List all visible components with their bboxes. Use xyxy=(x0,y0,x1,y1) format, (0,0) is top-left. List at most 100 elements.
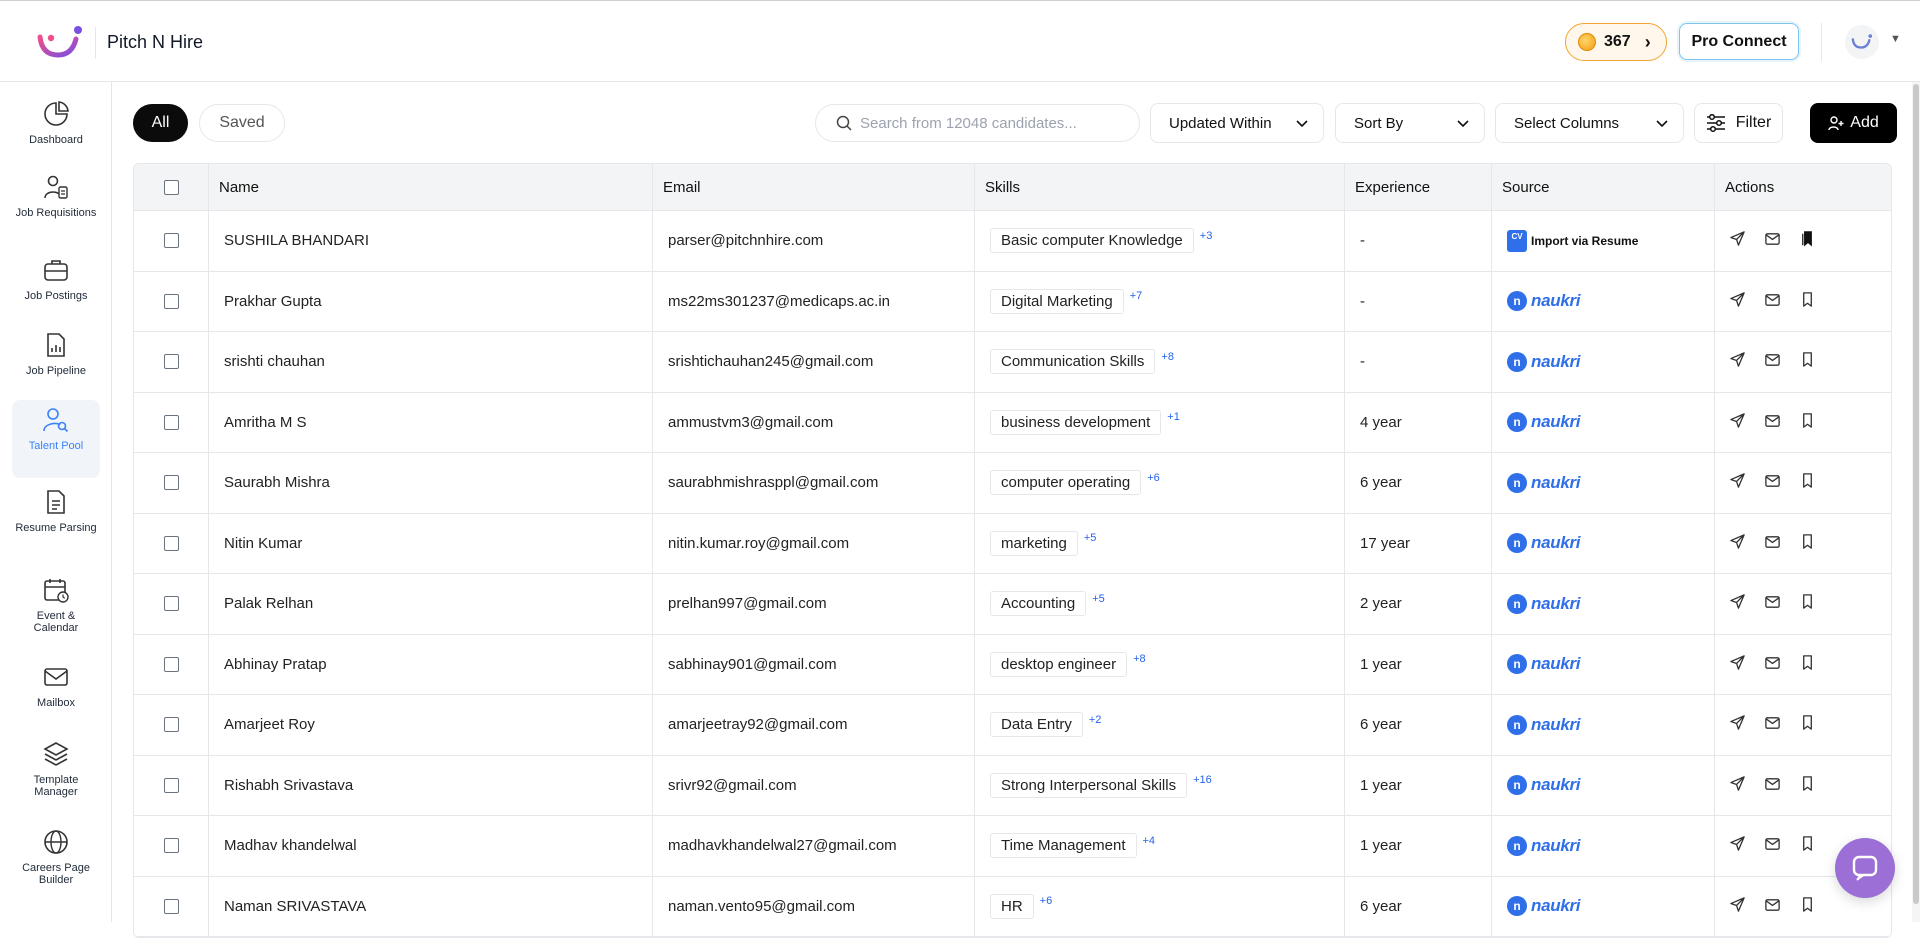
send-button[interactable] xyxy=(1729,654,1746,675)
send-button[interactable] xyxy=(1729,714,1746,735)
more-skills-count[interactable]: +4 xyxy=(1143,835,1156,847)
candidate-name[interactable]: Saurabh Mishra xyxy=(208,453,652,513)
sidebar-item-template-manager[interactable]: Template Manager xyxy=(12,734,100,804)
select-columns-dropdown[interactable]: Select Columns xyxy=(1495,103,1684,143)
send-button[interactable] xyxy=(1729,291,1746,312)
row-checkbox[interactable] xyxy=(163,717,179,733)
table-row[interactable]: srishti chauhan srishtichauhan245@gmail.c… xyxy=(134,332,1891,393)
bookmark-button[interactable] xyxy=(1799,775,1816,796)
sidebar-item-event-calendar[interactable]: Event & Calendar xyxy=(12,570,100,640)
sidebar-item-job-requisitions[interactable]: Job Requisitions xyxy=(12,167,100,237)
candidate-name[interactable]: Rishabh Srivastava xyxy=(208,755,652,815)
table-row[interactable]: Abhinay Pratap sabhinay901@gmail.com deskt… xyxy=(134,634,1891,695)
table-row[interactable]: Naman SRIVASTAVA naman.vento95@gmail.com H… xyxy=(134,876,1891,937)
pro-connect-button[interactable]: Pro Connect xyxy=(1679,23,1799,60)
bookmark-button[interactable] xyxy=(1799,654,1816,675)
row-checkbox[interactable] xyxy=(163,354,179,370)
email-button[interactable] xyxy=(1764,775,1781,796)
bookmark-button[interactable] xyxy=(1799,291,1816,312)
row-checkbox[interactable] xyxy=(163,535,179,551)
send-button[interactable] xyxy=(1729,835,1746,856)
updated-within-dropdown[interactable]: Updated Within xyxy=(1150,103,1324,143)
table-row[interactable]: Palak Relhan prelhan997@gmail.com Accounti… xyxy=(134,574,1891,635)
column-header-skills[interactable]: Skills xyxy=(974,164,1344,211)
more-skills-count[interactable]: +1 xyxy=(1167,411,1180,423)
more-skills-count[interactable]: +8 xyxy=(1161,351,1174,363)
more-skills-count[interactable]: +5 xyxy=(1092,593,1105,605)
sidebar-item-job-postings[interactable]: Job Postings xyxy=(12,250,100,320)
candidate-name[interactable]: Prakhar Gupta xyxy=(208,271,652,331)
candidate-name[interactable]: Abhinay Pratap xyxy=(208,634,652,694)
row-checkbox[interactable] xyxy=(163,293,179,309)
table-row[interactable]: Amarjeet Roy amarjeetray92@gmail.com Data … xyxy=(134,695,1891,756)
column-header-name[interactable]: Name xyxy=(208,164,652,211)
more-skills-count[interactable]: +16 xyxy=(1193,774,1212,786)
table-row[interactable]: Madhav khandelwal madhavkhandelwal27@gmai… xyxy=(134,816,1891,877)
more-skills-count[interactable]: +5 xyxy=(1084,532,1097,544)
app-logo[interactable] xyxy=(36,25,84,61)
email-button[interactable] xyxy=(1764,351,1781,372)
candidate-search[interactable] xyxy=(815,104,1140,142)
email-button[interactable] xyxy=(1764,291,1781,312)
table-row[interactable]: Nitin Kumar nitin.kumar.roy@gmail.com mark… xyxy=(134,513,1891,574)
sidebar-item-dashboard[interactable]: Dashboard xyxy=(12,94,100,164)
send-button[interactable] xyxy=(1729,230,1746,251)
more-skills-count[interactable]: +2 xyxy=(1089,714,1102,726)
email-button[interactable] xyxy=(1764,593,1781,614)
send-button[interactable] xyxy=(1729,472,1746,493)
sidebar-item-resume-parsing[interactable]: Resume Parsing xyxy=(12,482,100,552)
candidate-name[interactable]: Nitin Kumar xyxy=(208,513,652,573)
chat-support-button[interactable] xyxy=(1835,838,1895,898)
send-button[interactable] xyxy=(1729,896,1746,917)
candidate-name[interactable]: srishti chauhan xyxy=(208,332,652,392)
sort-by-dropdown[interactable]: Sort By xyxy=(1335,103,1485,143)
row-checkbox[interactable] xyxy=(163,414,179,430)
tab-all[interactable]: All xyxy=(133,104,188,142)
candidate-name[interactable]: Madhav khandelwal xyxy=(208,816,652,876)
email-button[interactable] xyxy=(1764,896,1781,917)
table-row[interactable]: Amritha M S ammustvm3@gmail.com business d… xyxy=(134,392,1891,453)
bookmark-button[interactable] xyxy=(1799,533,1816,554)
candidate-name[interactable]: Palak Relhan xyxy=(208,574,652,634)
row-checkbox[interactable] xyxy=(163,898,179,914)
search-input[interactable] xyxy=(860,114,1130,132)
row-checkbox[interactable] xyxy=(163,838,179,854)
bookmark-button[interactable] xyxy=(1799,230,1816,251)
column-header-source[interactable]: Source xyxy=(1491,164,1714,211)
more-skills-count[interactable]: +3 xyxy=(1200,230,1213,242)
bookmark-button[interactable] xyxy=(1799,896,1816,917)
candidate-name[interactable]: Amritha M S xyxy=(208,392,652,452)
bookmark-button[interactable] xyxy=(1799,835,1816,856)
chevron-down-icon[interactable]: ▼ xyxy=(1890,33,1901,45)
coins-balance-button[interactable]: 367 › xyxy=(1565,23,1667,61)
header-select-all[interactable] xyxy=(134,164,208,211)
more-skills-count[interactable]: +8 xyxy=(1133,653,1146,665)
bookmark-button[interactable] xyxy=(1799,351,1816,372)
more-skills-count[interactable]: +7 xyxy=(1130,290,1143,302)
sidebar-item-mailbox[interactable]: Mailbox xyxy=(12,657,100,727)
column-header-email[interactable]: Email xyxy=(652,164,974,211)
user-avatar[interactable] xyxy=(1845,25,1879,59)
bookmark-button[interactable] xyxy=(1799,593,1816,614)
row-checkbox[interactable] xyxy=(163,656,179,672)
row-checkbox[interactable] xyxy=(163,233,179,249)
sidebar-item-careers-page-builder[interactable]: Careers Page Builder xyxy=(12,822,100,892)
sidebar-item-talent-pool[interactable]: Talent Pool xyxy=(12,400,100,478)
send-button[interactable] xyxy=(1729,775,1746,796)
email-button[interactable] xyxy=(1764,230,1781,251)
select-all-checkbox[interactable] xyxy=(163,180,179,195)
column-header-experience[interactable]: Experience xyxy=(1344,164,1491,211)
row-checkbox[interactable] xyxy=(163,777,179,793)
candidate-name[interactable]: Amarjeet Roy xyxy=(208,695,652,755)
row-checkbox[interactable] xyxy=(163,596,179,612)
email-button[interactable] xyxy=(1764,533,1781,554)
filter-button[interactable]: Filter xyxy=(1694,103,1783,143)
send-button[interactable] xyxy=(1729,351,1746,372)
table-row[interactable]: Saurabh Mishra saurabhmishrasppl@gmail.co… xyxy=(134,453,1891,514)
email-button[interactable] xyxy=(1764,472,1781,493)
tab-saved[interactable]: Saved xyxy=(199,104,285,142)
send-button[interactable] xyxy=(1729,593,1746,614)
email-button[interactable] xyxy=(1764,654,1781,675)
bookmark-button[interactable] xyxy=(1799,412,1816,433)
more-skills-count[interactable]: +6 xyxy=(1040,895,1053,907)
